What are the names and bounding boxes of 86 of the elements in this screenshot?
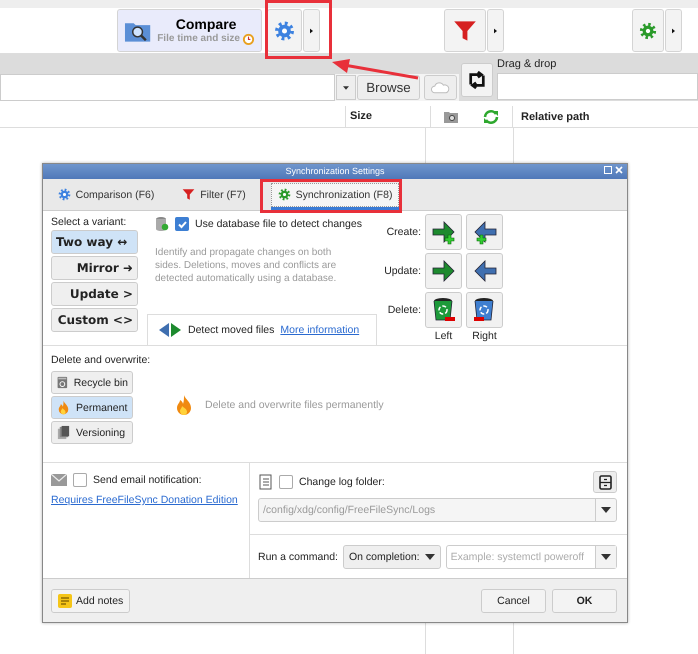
caret-icon xyxy=(672,26,675,34)
variant-button[interactable]: Custom <> xyxy=(51,308,138,332)
gear-icon xyxy=(278,188,291,201)
checkbox[interactable] xyxy=(73,473,87,487)
option-icon xyxy=(56,400,71,415)
sync-icon xyxy=(483,110,500,124)
swap-sides-button[interactable] xyxy=(461,63,493,97)
browse-button[interactable]: Browse xyxy=(357,75,420,100)
arrow-icon xyxy=(430,258,456,284)
checkbox[interactable] xyxy=(175,217,189,231)
delete-option-button[interactable]: Permanent xyxy=(51,396,133,419)
checkbox-label: Change log folder: xyxy=(299,476,385,488)
highlight-frame xyxy=(265,0,332,59)
section-label: Select a variant: xyxy=(51,216,128,228)
window-title: Synchronization Settings xyxy=(285,166,385,177)
move-arrows-icon xyxy=(158,323,182,337)
alarm-clock-icon xyxy=(242,32,255,45)
trigger-dropdown[interactable]: On completion: xyxy=(342,544,441,568)
gear-icon xyxy=(274,20,295,42)
envelope-icon xyxy=(51,474,67,486)
folder-path-field[interactable] xyxy=(0,74,335,101)
left-action-button[interactable] xyxy=(425,252,462,288)
maximize-icon[interactable] xyxy=(604,166,612,174)
tab[interactable]: Comparison (F6) xyxy=(51,182,161,206)
checkbox[interactable] xyxy=(279,475,293,489)
donation-edition-link[interactable]: Requires FreeFileSync Donation Edition xyxy=(51,494,249,506)
folder-search-icon xyxy=(444,110,458,123)
add-notes-button[interactable]: Add notes xyxy=(51,588,130,612)
more-information-link[interactable]: More information xyxy=(280,324,360,336)
funnel-icon xyxy=(453,18,477,42)
section-label: Delete and overwrite: xyxy=(51,354,152,366)
cloud-icon xyxy=(431,82,450,94)
gear-icon xyxy=(58,188,71,201)
column-header[interactable]: Size xyxy=(345,106,425,127)
drag-drop-label: Drag & drop xyxy=(497,58,558,70)
database-icon xyxy=(155,216,169,232)
column-label: Right xyxy=(471,330,498,344)
folder-button[interactable] xyxy=(593,471,617,493)
checkbox-label: Send email notification: xyxy=(93,474,202,486)
delete-option-button[interactable]: Recycle bin xyxy=(51,371,133,394)
deletion-description: Delete and overwrite files permanently xyxy=(205,399,384,411)
cancel-button[interactable]: Cancel xyxy=(481,588,546,612)
close-icon[interactable] xyxy=(615,166,623,174)
history-dropdown[interactable] xyxy=(336,75,356,100)
filter-button[interactable] xyxy=(444,9,486,52)
caret-icon xyxy=(310,26,313,34)
column-label: Left xyxy=(434,330,454,344)
trash-icon xyxy=(430,296,456,322)
arrow-icon xyxy=(472,258,498,284)
option-icon xyxy=(56,375,69,390)
option-icon xyxy=(56,425,71,440)
variant-button[interactable]: Two way ↔ xyxy=(51,230,138,254)
right-action-button[interactable] xyxy=(466,292,503,328)
tab[interactable]: Filter (F7) xyxy=(169,182,259,206)
left-action-button[interactable] xyxy=(425,214,462,250)
variant-button[interactable]: Mirror ➜ xyxy=(51,256,138,280)
action-label: Update: xyxy=(383,264,421,276)
swap-icon xyxy=(468,69,486,91)
caret-icon xyxy=(343,84,349,90)
command-label: Run a command: xyxy=(258,550,338,562)
variant-description: Identify and propagate changes on both sides. Deletions, moves and conflicts are detected automatically using a database. xyxy=(154,246,338,286)
action-label: Delete: xyxy=(386,304,421,316)
delete-option-button[interactable]: Versioning xyxy=(51,421,133,444)
caret-icon xyxy=(601,554,611,560)
folder-path-field[interactable] xyxy=(497,73,698,100)
sync-settings-button[interactable] xyxy=(632,9,664,52)
caret-icon xyxy=(494,26,497,34)
compare-button[interactable]: Compare File time and size xyxy=(117,9,262,52)
ok-button[interactable]: OK xyxy=(552,588,617,612)
column-header[interactable]: Relative path xyxy=(513,110,590,122)
arrow-plus-icon xyxy=(472,218,498,244)
cabinet-icon xyxy=(598,474,612,490)
log-icon xyxy=(258,474,273,490)
action-label: Create: xyxy=(386,226,421,238)
caret-icon xyxy=(601,507,611,513)
variant-button[interactable]: Update > xyxy=(51,282,138,306)
checkbox-label: Use database file to detect changes xyxy=(195,218,362,230)
funnel-icon xyxy=(182,188,196,201)
arrow-plus-icon xyxy=(430,218,456,244)
right-action-button[interactable] xyxy=(466,214,503,250)
caret-icon xyxy=(424,554,435,560)
right-action-button[interactable] xyxy=(466,252,503,288)
left-action-button[interactable] xyxy=(425,292,462,328)
option-label: Detect moved files xyxy=(188,324,274,336)
comparison-settings-button[interactable] xyxy=(267,9,302,52)
note-icon xyxy=(58,594,72,608)
